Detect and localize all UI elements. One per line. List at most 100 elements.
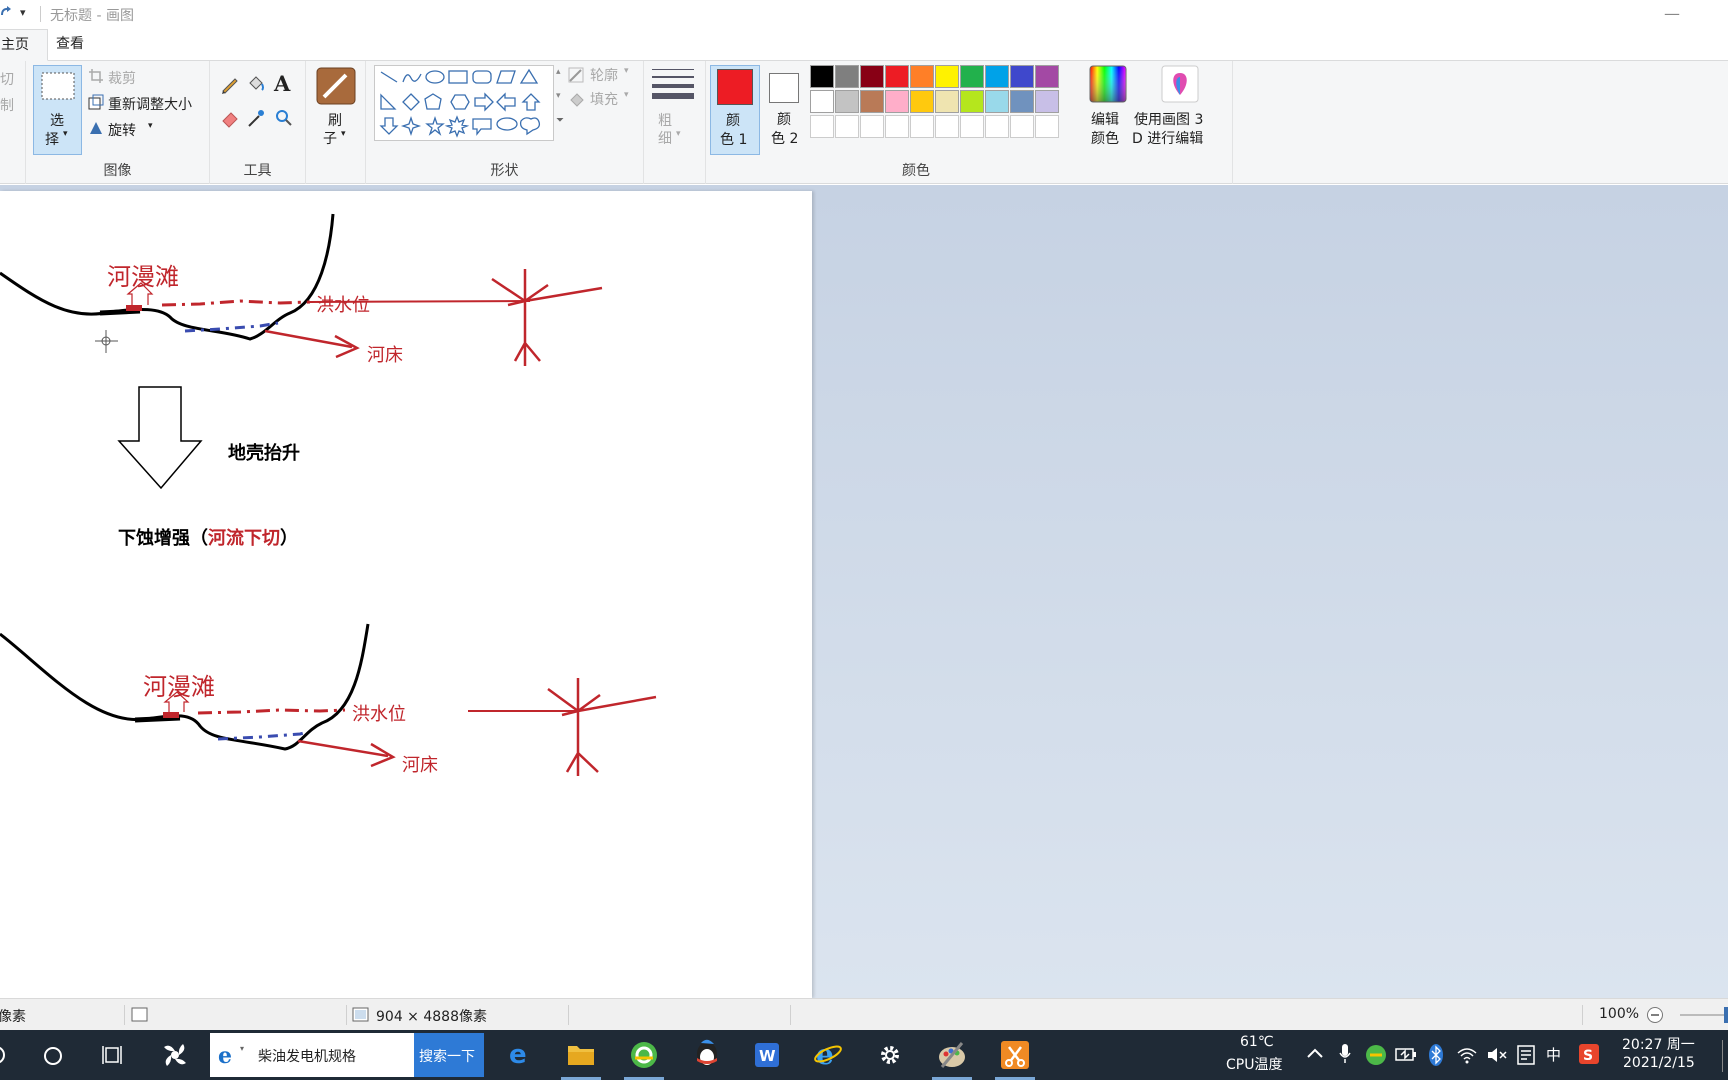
palette-swatch[interactable] xyxy=(935,115,959,138)
paint3d-button[interactable]: 使用画图 3 D 进行编辑 xyxy=(1130,65,1230,155)
screenshot-tool-taskbar-item[interactable] xyxy=(989,1030,1041,1080)
sogou-ime-icon[interactable]: S xyxy=(1578,1043,1600,1065)
outline-chevron-icon: ▾ xyxy=(624,66,629,76)
ie-taskbar-item[interactable]: e xyxy=(802,1030,854,1080)
cortana-icon[interactable] xyxy=(42,1045,64,1067)
shapes-gallery-icons[interactable] xyxy=(375,66,553,140)
palette-swatch[interactable] xyxy=(885,90,909,113)
outline-button[interactable]: 轮廓 xyxy=(590,65,618,85)
speaker-muted-icon[interactable] xyxy=(1486,1045,1508,1065)
palette-swatch[interactable] xyxy=(910,90,934,113)
zoom-slider[interactable] xyxy=(1680,1014,1728,1016)
edge-taskbar-item[interactable]: e xyxy=(494,1030,546,1080)
color-picker-icon[interactable] xyxy=(246,108,266,128)
browser-360-taskbar-item[interactable] xyxy=(618,1030,670,1080)
battery-plugged-icon[interactable] xyxy=(1395,1045,1417,1065)
shapes-scroll-up-icon[interactable]: ▴ xyxy=(556,67,561,77)
fill-bucket-icon[interactable] xyxy=(246,74,266,94)
palette-swatch[interactable] xyxy=(1035,115,1059,138)
redo-icon[interactable] xyxy=(0,5,12,19)
size-label-1[interactable]: 粗 xyxy=(658,110,672,130)
show-hidden-icons-icon[interactable] xyxy=(1306,1046,1324,1060)
copy-button[interactable]: 复制 xyxy=(0,95,14,115)
paint-app-window: ▾ 无标题 - 画图 — 主页 查看 剪切 复制 选 择 ▾ 裁剪 重新调整大小 xyxy=(0,0,1728,1080)
eraser-icon[interactable] xyxy=(220,108,240,128)
resize-button[interactable]: 重新调整大小 xyxy=(108,94,192,114)
security-app-icon[interactable] xyxy=(1365,1044,1387,1066)
palette-swatch[interactable] xyxy=(910,115,934,138)
magnifier-icon[interactable] xyxy=(274,108,294,128)
input-method-indicator[interactable]: 中 xyxy=(1546,1044,1561,1065)
size-label-2[interactable]: 细 xyxy=(658,128,672,148)
start-button-icon[interactable] xyxy=(0,1045,8,1065)
palette-swatch[interactable] xyxy=(860,115,884,138)
palette-swatch[interactable] xyxy=(860,65,884,88)
show-desktop-button[interactable] xyxy=(1722,1040,1728,1072)
text-tool-icon[interactable]: A xyxy=(274,71,290,96)
palette-swatch[interactable] xyxy=(960,115,984,138)
palette-swatch[interactable] xyxy=(1010,115,1034,138)
palette-swatch[interactable] xyxy=(885,65,909,88)
palette-swatch[interactable] xyxy=(985,65,1009,88)
rotate-button[interactable]: 旋转 xyxy=(108,120,136,140)
palette-swatch[interactable] xyxy=(835,115,859,138)
brush-label-1[interactable]: 刷 xyxy=(328,110,342,130)
palette-swatch[interactable] xyxy=(1010,90,1034,113)
palette-swatch[interactable] xyxy=(910,65,934,88)
crop-button[interactable]: 裁剪 xyxy=(108,68,136,88)
color2-button[interactable]: 颜 色 2 xyxy=(760,65,810,155)
palette-swatch[interactable] xyxy=(935,65,959,88)
select-button[interactable]: 选 择 ▾ xyxy=(33,65,82,155)
quick-access-dropdown[interactable]: ▾ xyxy=(20,6,26,19)
search-dropdown-icon[interactable]: ▾ xyxy=(240,1044,244,1053)
qq-taskbar-item[interactable] xyxy=(680,1030,732,1080)
wps-taskbar-item[interactable]: W xyxy=(741,1030,793,1080)
palette-swatch[interactable] xyxy=(1010,65,1034,88)
action-center-icon[interactable] xyxy=(1516,1044,1536,1066)
microphone-icon[interactable] xyxy=(1338,1043,1352,1065)
palette-swatch[interactable] xyxy=(985,115,1009,138)
palette-swatch[interactable] xyxy=(1035,65,1059,88)
browser-search-box[interactable]: e ▾ 柴油发电机规格 xyxy=(210,1033,414,1077)
palette-swatch[interactable] xyxy=(810,115,834,138)
file-explorer-taskbar-item[interactable] xyxy=(555,1030,607,1080)
line-size-icon[interactable] xyxy=(652,67,694,101)
bluetooth-icon[interactable] xyxy=(1428,1043,1444,1067)
palette-swatch[interactable] xyxy=(1035,90,1059,113)
clock-time[interactable]: 20:27 周一 xyxy=(1622,1034,1695,1054)
edit-colors-label-1: 编辑 xyxy=(1091,112,1119,128)
pinwheel-app-icon[interactable] xyxy=(160,1040,190,1070)
search-button[interactable]: 搜索一下 xyxy=(414,1033,484,1077)
drawing-canvas[interactable]: 河漫滩 洪水位 河床 地壳抬升 下蚀增强（河流下切） 河漫滩 洪水位 河床 xyxy=(0,191,812,998)
palette-swatch[interactable] xyxy=(885,115,909,138)
downcut-suffix: ） xyxy=(280,528,298,549)
palette-swatch[interactable] xyxy=(810,90,834,113)
palette-swatch[interactable] xyxy=(960,90,984,113)
fill-button[interactable]: 填充 xyxy=(590,89,618,109)
cut-button[interactable]: 剪切 xyxy=(0,69,14,89)
palette-swatch[interactable] xyxy=(985,90,1009,113)
palette-swatch[interactable] xyxy=(960,65,984,88)
task-view-icon[interactable] xyxy=(102,1044,126,1066)
zoom-out-icon[interactable] xyxy=(1646,1006,1664,1024)
shapes-scroll-down-icon[interactable]: ▾ xyxy=(556,91,561,101)
search-input[interactable]: 柴油发电机规格 xyxy=(258,1046,356,1066)
edit-colors-button[interactable]: 编辑 颜色 xyxy=(1088,65,1128,155)
pencil-icon[interactable] xyxy=(220,74,240,94)
palette-swatch[interactable] xyxy=(810,65,834,88)
minimize-button[interactable]: — xyxy=(1664,4,1680,23)
brush-label-2[interactable]: 子 xyxy=(323,128,337,148)
palette-swatch[interactable] xyxy=(935,90,959,113)
color1-button[interactable]: 颜 色 1 xyxy=(710,65,760,155)
shapes-expand-icon[interactable]: ⏷ xyxy=(556,115,564,126)
settings-taskbar-item[interactable] xyxy=(864,1030,916,1080)
palette-swatch[interactable] xyxy=(835,65,859,88)
paint-taskbar-item[interactable] xyxy=(926,1030,978,1080)
palette-swatch[interactable] xyxy=(835,90,859,113)
tab-view[interactable]: 查看 xyxy=(38,29,102,61)
clock-date[interactable]: 2021/2/15 xyxy=(1623,1055,1695,1071)
wifi-icon[interactable] xyxy=(1456,1045,1478,1065)
colors-group: 颜 色 1 颜 色 2 编辑 颜色 使用画图 3 D 进行编辑 颜色 xyxy=(706,61,1233,184)
zoom-slider-thumb[interactable] xyxy=(1724,1007,1728,1023)
palette-swatch[interactable] xyxy=(860,90,884,113)
